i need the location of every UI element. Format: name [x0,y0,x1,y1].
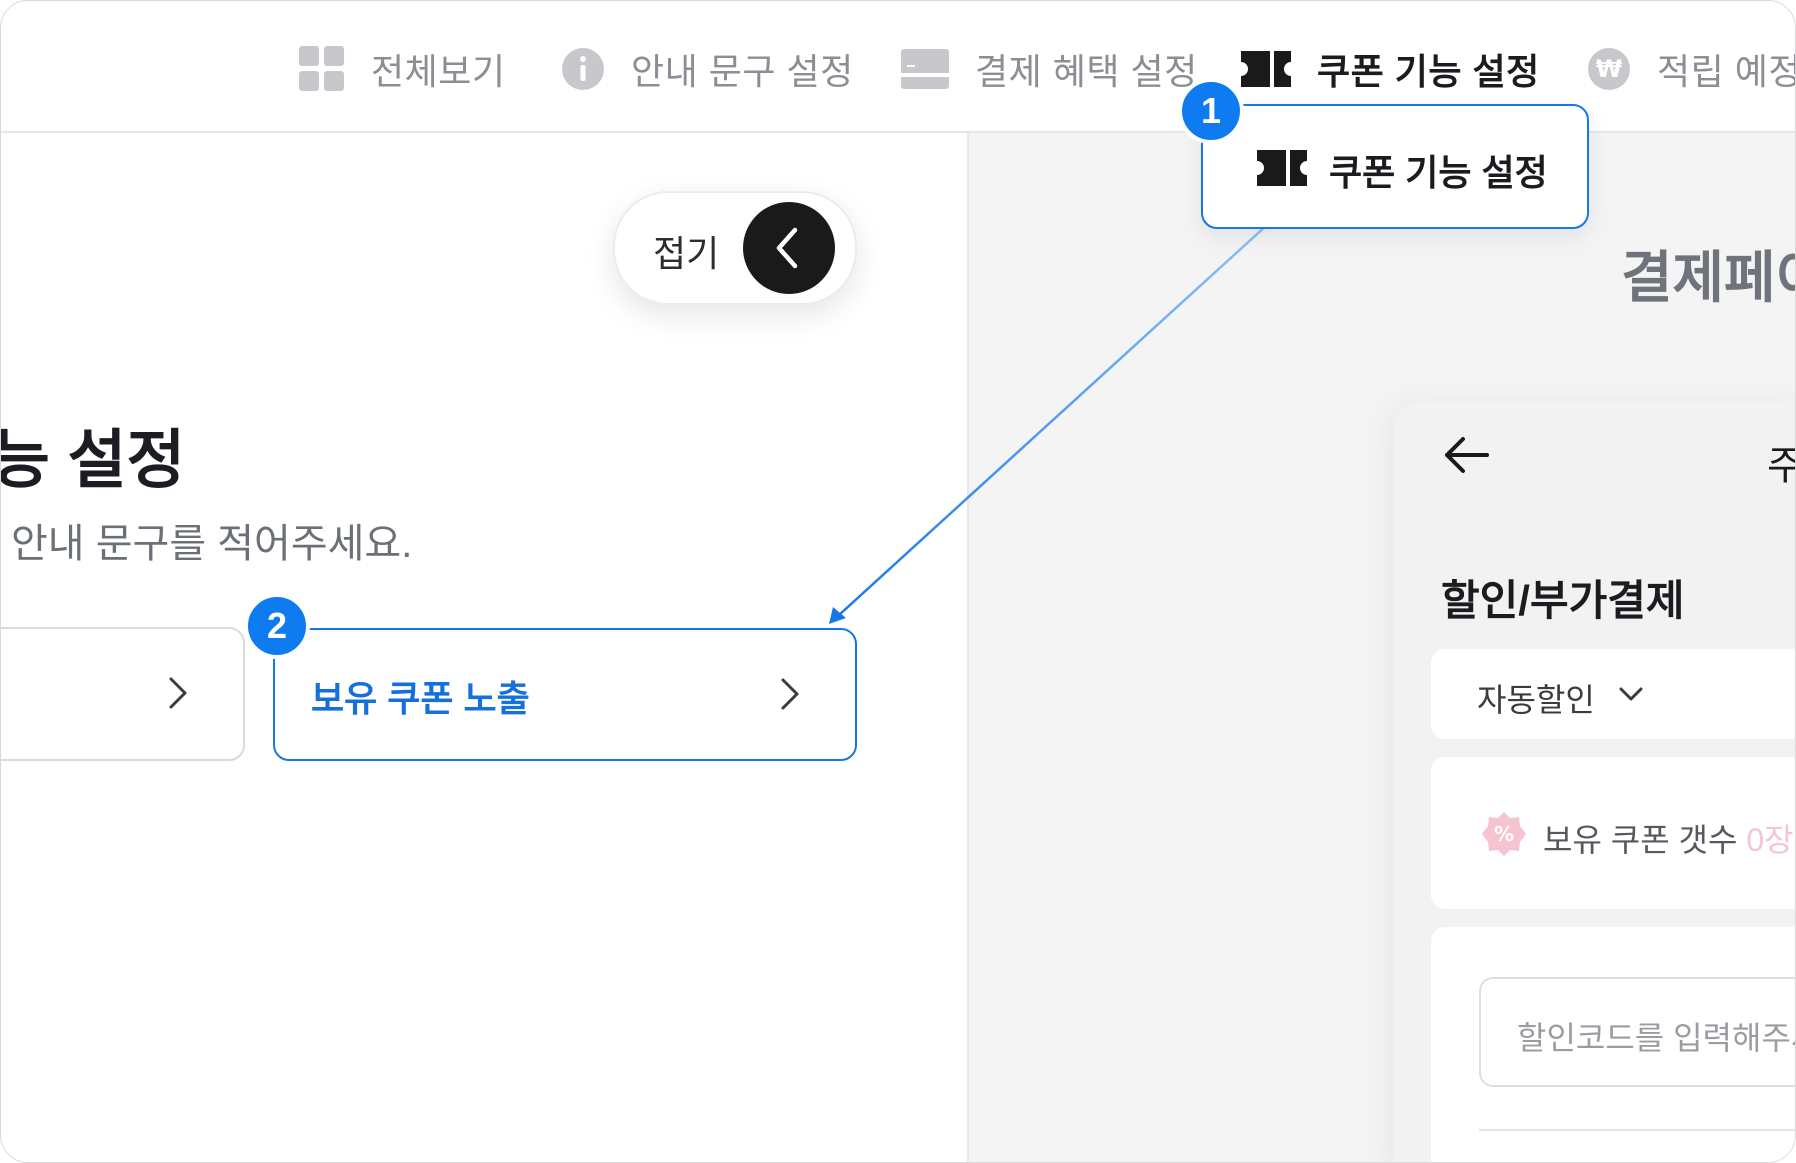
chevron-down-icon [1619,687,1643,701]
ticket-icon [1241,51,1291,87]
chevron-right-icon [169,677,187,709]
collapse-label: 접기 [653,233,720,274]
divider-line [1479,1129,1795,1131]
chevron-left-icon [743,202,835,294]
coupon-settings-callout: 쿠폰 기능 설정 [1201,104,1589,229]
tab-overview-label: 전체보기 [371,51,506,92]
svg-text:₩: ₩ [1596,55,1623,83]
tab-overview[interactable]: 전체보기 [299,39,505,99]
discount-code-input[interactable]: 할인코드를 입력해주세요 [1479,977,1795,1087]
tab-payment-benefit-label: 결제 혜택 설정 [975,51,1198,92]
auto-discount-label: 자동할인 [1477,682,1595,718]
grid-icon [299,46,345,92]
tab-coupon-settings[interactable]: 쿠폰 기능 설정 [1241,39,1540,99]
won-icon: ₩ [1587,47,1631,91]
tab-points[interactable]: ₩ 적립 예정 [1587,39,1796,99]
step-badge-1: 1 [1178,78,1244,144]
step-badge-2: 2 [244,593,310,659]
tab-points-label: 적립 예정 [1657,51,1796,92]
tab-guide-text[interactable]: 안내 문구 설정 [561,39,854,99]
preview-title: 결제페이 [1621,246,1795,309]
owned-coupon-display-label: 보유 쿠폰 노출 [311,678,530,719]
owned-coupon-display-card[interactable]: 보유 쿠폰 노출 [273,628,857,761]
settings-card[interactable] [1,627,245,761]
tab-payment-benefit[interactable]: 결제 혜택 설정 [901,39,1198,99]
chevron-right-icon [781,678,799,710]
svg-text:%: % [1494,822,1514,846]
back-arrow-icon[interactable] [1441,435,1491,480]
discount-section-title: 할인/부가결제 [1441,577,1685,624]
card-icon [901,49,949,89]
window-frame: 전체보기 안내 문구 설정 결제 혜택 설정 쿠폰 기능 설정 ₩ 적립 예정 … [0,0,1796,1163]
tab-guide-text-label: 안내 문구 설정 [631,51,854,92]
info-icon [561,47,605,91]
section-title: 능 설정 [0,424,186,496]
auto-discount-dropdown[interactable]: 자동할인 [1431,649,1795,739]
discount-badge-icon: % [1482,812,1526,856]
owned-coupon-label: 보유 쿠폰 갯수 [1543,822,1738,858]
section-description: 안내 문구를 적어주세요. [11,522,413,566]
callout-label: 쿠폰 기능 설정 [1329,152,1548,193]
tab-coupon-settings-label: 쿠폰 기능 설정 [1317,51,1540,92]
collapse-button[interactable]: 접기 [613,191,857,305]
phone-header-title: 주 [1767,433,1795,491]
owned-coupon-count-box: % 보유 쿠폰 갯수 0장 [1431,757,1795,909]
owned-coupon-count: 0장 [1746,822,1794,858]
discount-code-placeholder: 할인코드를 입력해주세요 [1517,1020,1795,1056]
ticket-icon [1257,150,1307,186]
